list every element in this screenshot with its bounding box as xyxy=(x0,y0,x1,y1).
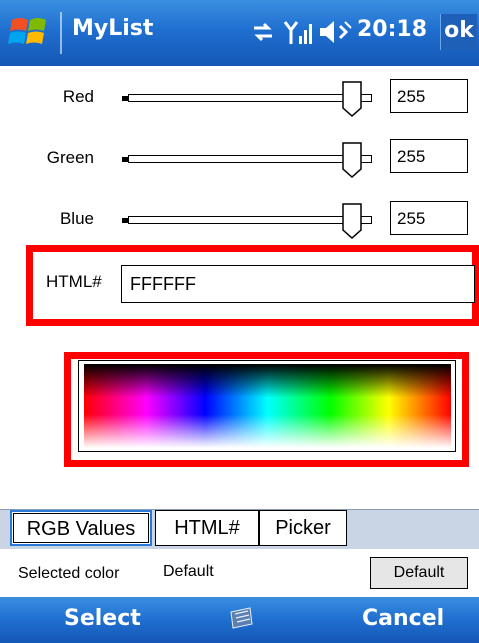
blue-value-field[interactable]: 255 xyxy=(390,201,468,235)
red-slider-thumb[interactable] xyxy=(342,81,362,117)
ok-button[interactable]: ok xyxy=(440,14,477,50)
tab-picker[interactable]: Picker xyxy=(259,510,347,546)
red-slider-track[interactable] xyxy=(128,94,372,102)
windows-start-icon[interactable] xyxy=(8,12,52,52)
select-softkey[interactable]: Select xyxy=(64,606,141,631)
red-label: Red xyxy=(62,87,94,106)
green-slider-track[interactable] xyxy=(128,155,372,163)
blue-slider-track[interactable] xyxy=(128,216,372,224)
app-title: MyList xyxy=(72,16,154,41)
html-label: HTML# xyxy=(46,272,102,291)
selected-color-label: Selected color xyxy=(18,565,120,582)
tab-html[interactable]: HTML# xyxy=(155,510,259,546)
keyboard-icon[interactable] xyxy=(228,606,254,630)
html-hex-input[interactable]: FFFFFF xyxy=(121,265,475,303)
volume-icon[interactable] xyxy=(318,18,352,46)
green-value-field[interactable]: 255 xyxy=(390,139,468,173)
title-bar: MyList 20:18 ok xyxy=(0,0,479,66)
blue-slider-thumb[interactable] xyxy=(342,203,362,239)
red-value-field[interactable]: 255 xyxy=(390,79,468,113)
connectivity-icon[interactable] xyxy=(250,18,276,46)
color-spectrum-picker[interactable] xyxy=(84,364,451,448)
clock: 20:18 xyxy=(357,17,428,42)
cancel-softkey[interactable]: Cancel xyxy=(362,606,444,631)
default-button[interactable]: Default xyxy=(370,557,468,589)
green-slider-thumb[interactable] xyxy=(342,142,362,178)
green-label: Green xyxy=(46,148,94,167)
tab-rgb-values[interactable]: RGB Values xyxy=(10,510,152,546)
selected-color-value: Default xyxy=(163,563,214,580)
signal-icon[interactable] xyxy=(283,18,313,46)
title-separator xyxy=(60,12,62,54)
blue-label: Blue xyxy=(59,209,94,228)
